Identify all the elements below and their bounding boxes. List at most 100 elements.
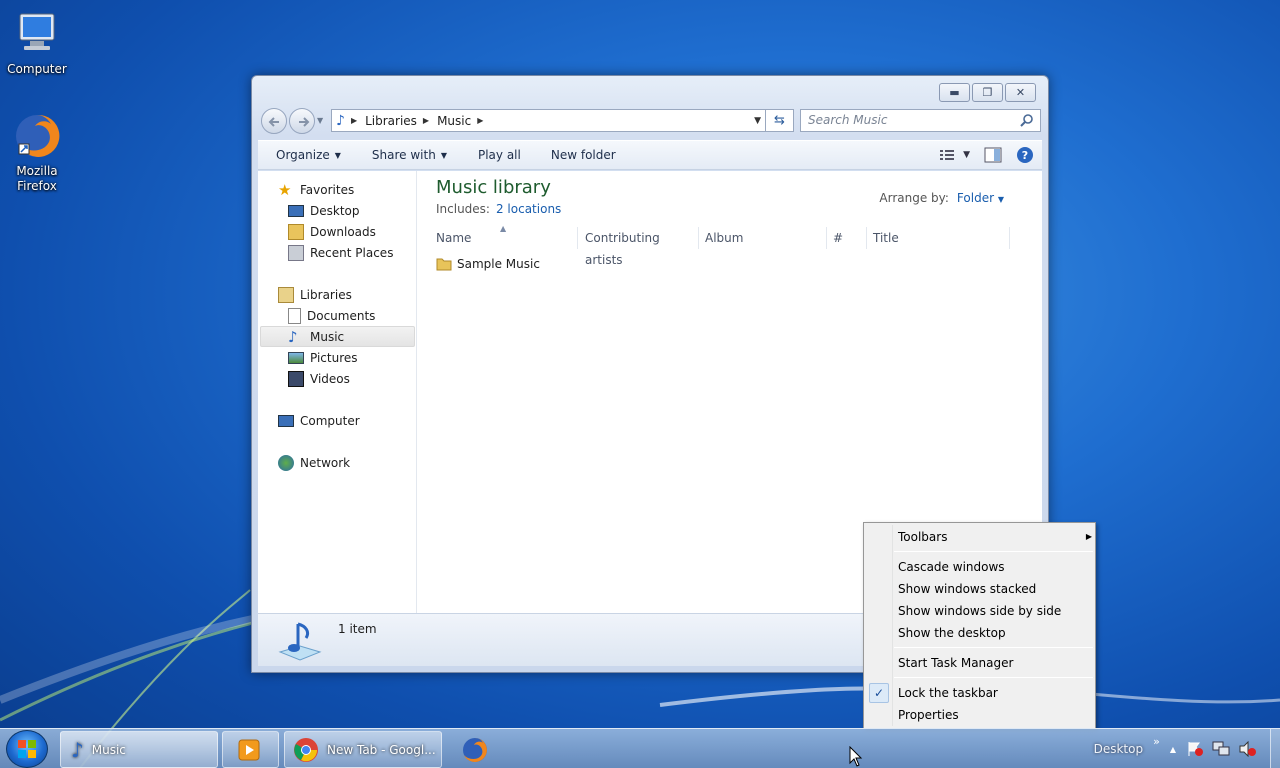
menu-item-properties[interactable]: Properties [898, 705, 959, 725]
taskbar-button-music[interactable]: ♪ Music [60, 731, 218, 768]
locations-link[interactable]: 2 locations [496, 202, 561, 216]
list-item[interactable]: Sample Music [436, 257, 540, 271]
back-button[interactable] [261, 108, 287, 134]
menu-label: Start Task Manager [898, 656, 1014, 670]
star-icon: ★ [278, 180, 292, 199]
menu-item-cascade-windows[interactable]: Cascade windows [898, 557, 1005, 577]
desktop-icon-computer[interactable]: Computer [0, 10, 74, 77]
breadcrumb-separator-icon[interactable]: ▶ [423, 116, 429, 125]
play-all-button[interactable]: Play all [478, 148, 521, 162]
column-label: Name [436, 231, 472, 245]
share-with-label: Share with [371, 148, 436, 162]
arrange-by-dropdown[interactable]: Folder ▼ [957, 191, 1004, 205]
network-tray-icon[interactable] [1212, 741, 1230, 757]
close-button[interactable]: ✕ [1005, 83, 1036, 102]
chevron-down-icon: ▼ [997, 195, 1004, 204]
chevron-down-icon: ▼ [440, 150, 447, 160]
forward-button[interactable] [289, 108, 315, 134]
share-with-button[interactable]: Share with ▼ [372, 148, 447, 162]
sort-ascending-icon: ▲ [500, 224, 507, 233]
address-dropdown-icon[interactable]: ▼ [754, 116, 761, 126]
menu-item-lock-the-taskbar[interactable]: Lock the taskbar [898, 683, 998, 703]
taskbar-button-chrome[interactable]: New Tab - Googl... [284, 731, 442, 768]
nav-label: Documents [307, 308, 376, 323]
computer-icon [278, 414, 294, 427]
column-header-album[interactable]: Album [705, 227, 827, 249]
menu-item-start-task-manager[interactable]: Start Task Manager [898, 653, 1013, 673]
svg-text:?: ? [1022, 149, 1028, 162]
videos-icon [288, 370, 304, 387]
nav-item-network[interactable]: Network [278, 452, 350, 473]
breadcrumb-music[interactable]: Music [437, 114, 471, 128]
start-button[interactable] [6, 730, 48, 768]
recent-places-icon [288, 244, 304, 261]
breadcrumb-separator-icon[interactable]: ▶ [477, 116, 483, 125]
action-center-flag-icon[interactable] [1186, 741, 1204, 757]
nav-item-pictures[interactable]: Pictures [288, 347, 358, 368]
menu-separator [894, 647, 1093, 648]
document-icon [288, 307, 301, 324]
menu-item-show-windows-stacked[interactable]: Show windows stacked [898, 579, 1036, 599]
column-label: # [833, 231, 844, 245]
nav-label: Computer [300, 413, 360, 428]
maximize-button[interactable]: ❐ [972, 83, 1003, 102]
toolbar-overflow-chevron-icon[interactable]: » [1153, 735, 1160, 748]
nav-label: Videos [310, 371, 350, 386]
nav-item-videos[interactable]: Videos [288, 368, 350, 389]
music-note-icon: ♪ [336, 112, 345, 129]
nav-label: Network [300, 455, 351, 470]
nav-item-favorites[interactable]: ★ Favorites [278, 179, 354, 200]
item-count: 1 item [338, 622, 377, 636]
show-hidden-icons-icon[interactable]: ▲ [1170, 745, 1176, 754]
taskbar-button-media-player[interactable] [222, 731, 279, 768]
search-icon[interactable] [1020, 113, 1034, 127]
nav-item-music[interactable]: ♪ Music [288, 326, 344, 347]
breadcrumb-separator-icon[interactable]: ▶ [351, 116, 357, 125]
nav-item-libraries[interactable]: Libraries [278, 284, 352, 305]
address-bar[interactable]: ♪ ▶ Libraries ▶ Music ▶ ▼ [331, 109, 766, 132]
refresh-icon: ⇆ [774, 113, 785, 128]
breadcrumb-libraries[interactable]: Libraries [365, 114, 417, 128]
menu-item-show-the-desktop[interactable]: Show the desktop [898, 623, 1006, 643]
file-name: Sample Music [457, 257, 540, 271]
music-library-icon [278, 622, 322, 661]
menu-item-toolbars[interactable]: Toolbars ▶ [898, 527, 1092, 547]
column-label: Contributing artists [585, 231, 660, 267]
minimize-button[interactable]: ▬ [939, 83, 970, 102]
nav-label: Downloads [310, 224, 376, 239]
column-header-title[interactable]: Title [873, 227, 1010, 249]
new-folder-button[interactable]: New folder [551, 148, 616, 162]
preview-pane-icon[interactable] [984, 147, 1002, 163]
command-bar: Organize ▼ Share with ▼ Play all New folde… [258, 140, 1042, 170]
column-header-name[interactable]: Name ▲ [436, 224, 578, 249]
nav-item-downloads[interactable]: Downloads [288, 221, 376, 242]
menu-item-show-windows-side-by-side[interactable]: Show windows side by side [898, 601, 1061, 621]
help-icon[interactable]: ? [1016, 146, 1034, 164]
volume-muted-icon[interactable] [1238, 741, 1256, 757]
library-includes: Includes: 2 locations [436, 202, 561, 216]
menu-label: Show windows stacked [898, 582, 1037, 596]
nav-item-desktop[interactable]: Desktop [288, 200, 360, 221]
chrome-icon [294, 737, 318, 762]
nav-item-recent-places[interactable]: Recent Places [288, 242, 393, 263]
view-options-button[interactable]: ▼ [939, 148, 970, 162]
nav-item-documents[interactable]: Documents [288, 305, 375, 326]
nav-label: Recent Places [310, 245, 394, 260]
taskbar-button-firefox[interactable] [446, 731, 503, 768]
music-note-icon: ♪ [288, 327, 298, 346]
nav-item-computer[interactable]: Computer [278, 410, 360, 431]
desktop-toolbar-label[interactable]: Desktop [1094, 742, 1144, 756]
recent-pages-chevron-icon[interactable]: ▼ [317, 116, 323, 125]
arrange-by: Arrange by: Folder ▼ [879, 191, 1004, 205]
taskbar-button-label: Music [91, 742, 126, 757]
taskbar[interactable]: ♪ Music New Tab - Googl... Desktop » ▲ [0, 728, 1280, 768]
show-desktop-button[interactable] [1270, 729, 1280, 768]
column-header-contributing-artists[interactable]: Contributing artists [585, 227, 699, 267]
column-label: Title [873, 231, 899, 245]
refresh-button[interactable]: ⇆ [766, 109, 794, 132]
search-input[interactable]: Search Music [800, 109, 1041, 132]
desktop-icon-firefox[interactable]: Mozilla Firefox [0, 112, 74, 194]
pictures-icon [288, 351, 304, 364]
organize-button[interactable]: Organize ▼ [276, 148, 341, 162]
column-header-number[interactable]: # [833, 227, 867, 249]
